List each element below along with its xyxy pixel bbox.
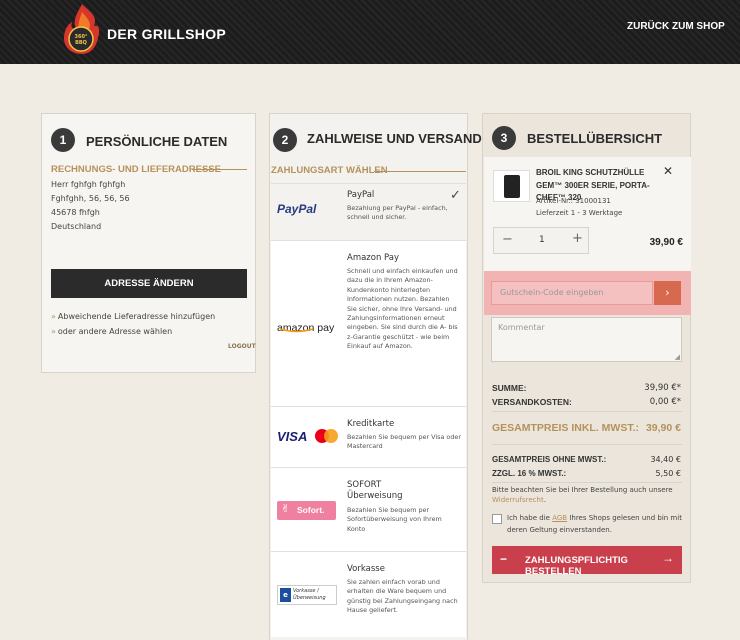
agb-text: Ich habe die AGB Ihres Shops gelesen und… (507, 513, 687, 536)
checkmark-icon: ✓ (450, 188, 461, 203)
payment-option-prepayment[interactable]: e Vorkasse / Überweisung Vorkasse Sie za… (271, 551, 466, 637)
add-delivery-address-label: Abweichende Lieferadresse hinzufügen (57, 312, 216, 321)
mastercard-icon (315, 429, 339, 443)
decrease-quantity-button[interactable]: − (502, 232, 513, 247)
voucher-submit-button[interactable]: › (654, 281, 681, 305)
quantity-stepper[interactable]: − 1 + (493, 227, 589, 254)
ec-icon: e (280, 588, 291, 602)
payment-desc: Bezahlung per PayPal - einfach, schnell … (347, 204, 448, 222)
payment-name: SOFORT Überweisung (347, 480, 403, 501)
amazon-pay-logo: amazon pay (277, 316, 334, 335)
prepayment-logo-text: Vorkasse / Überweisung (293, 588, 326, 601)
grill-cover-image (504, 175, 520, 198)
vat-label: ZZGL. 16 % MWST.: (492, 469, 567, 478)
back-to-shop-link[interactable]: ZURÜCK ZUM SHOP (627, 21, 725, 32)
subtitle-rule (374, 171, 466, 172)
subtitle-rule (192, 169, 247, 170)
visa-logo: VISA (277, 429, 308, 444)
divider (492, 482, 682, 483)
change-address-button[interactable]: ADRESSE ÄNDERN (51, 269, 247, 298)
voucher-highlight: Gutschein-Code eingeben › (484, 271, 691, 315)
withdrawal-note: Bitte beachten Sie bei Ihrer Bestellung … (492, 486, 684, 505)
sofort-logo: ✌ Sofort. (277, 501, 336, 520)
arrow-right-icon: → (662, 551, 674, 565)
resize-handle-icon: ◢ (674, 353, 680, 361)
product-image[interactable] (493, 170, 530, 202)
place-order-label: ZAHLUNGSPFLICHTIG BESTELLEN (525, 555, 628, 577)
comment-placeholder: Kommentar (498, 323, 545, 332)
personal-data-panel: 1 PERSÖNLICHE DATEN RECHNUNGS- UND LIEFE… (41, 113, 256, 373)
subtotal-value: 39,90 €* (644, 383, 681, 393)
payment-panel: 2 ZAHLWEISE UND VERSAND ZAHLUNGSART WÄHL… (269, 113, 482, 640)
brand-name: DER GRILLSHOP (107, 26, 227, 42)
payment-desc: Bezahlen Sie bequem per Sofortüberweisun… (347, 506, 442, 533)
logo-text: 360° BBQ (74, 34, 88, 46)
place-order-button[interactable]: − ZAHLUNGSPFLICHTIG BESTELLEN → (492, 546, 682, 577)
address-line: Fghfghh, 56, 56, 56 (51, 194, 130, 203)
payment-option-amazon-pay[interactable]: amazon pay Amazon Pay Schnell und einfac… (271, 240, 466, 406)
amazon-smile-icon (279, 328, 314, 333)
paypal-logo: PayPal (277, 202, 317, 216)
chevron-right-icon: » (51, 327, 56, 336)
payment-option-sofort[interactable]: ✌ Sofort. SOFORT Überweisung Bezahlen Si… (271, 467, 466, 551)
site-header: 360° BBQ DER GRILLSHOP ZURÜCK ZUM SHOP (0, 0, 740, 64)
delivery-time: Lieferzeit 1 - 3 Werktage (536, 209, 623, 217)
sofort-logo-text: Sofort. (297, 505, 325, 515)
add-delivery-address-link[interactable]: » Abweichende Lieferadresse hinzufügen (51, 312, 215, 321)
order-summary-title: BESTELLÜBERSICHT (527, 131, 663, 146)
net-label: GESAMTPREIS OHNE MWST.: (492, 455, 607, 464)
divider (492, 411, 682, 412)
step-number-2: 2 (273, 128, 297, 152)
shipping-label: VERSANDKOSTEN: (492, 397, 572, 407)
payment-name: Amazon Pay (347, 253, 400, 263)
quantity-value: 1 (539, 235, 545, 245)
withdrawal-note-end: . (543, 495, 546, 504)
withdrawal-note-text: Bitte beachten Sie bei Ihrer Bestellung … (492, 486, 673, 494)
sofort-hand-icon: ✌ (281, 502, 291, 515)
cart-item: BROIL KING SCHUTZHÜLLE GEM™ 300ER SERIE,… (484, 157, 691, 271)
vat-value: 5,50 € (655, 469, 681, 478)
payment-title: ZAHLWEISE UND VERSAND (307, 131, 482, 146)
payment-subtitle: ZAHLUNGSART WÄHLEN (271, 165, 388, 176)
subtotal-label: SUMME: (492, 383, 527, 393)
address-line: Deutschland (51, 222, 102, 231)
prepayment-logo: e Vorkasse / Überweisung (277, 585, 337, 605)
payment-desc: Schnell und einfach einkaufen und dazu d… (347, 267, 458, 351)
payment-option-credit-card[interactable]: VISA Kreditkarte Bezahlen Sie bequem per… (271, 406, 466, 467)
increase-quantity-button[interactable]: + (572, 231, 583, 246)
personal-data-title: PERSÖNLICHE DATEN (86, 134, 228, 149)
agb-checkbox[interactable] (492, 514, 502, 524)
payment-name: PayPal (347, 190, 375, 200)
total-value: 39,90 € (645, 422, 681, 434)
address-line: 45678 fhfgh (51, 208, 100, 217)
choose-other-address-link[interactable]: » oder andere Adresse wählen (51, 327, 172, 336)
grillshop-logo[interactable]: 360° BBQ (60, 2, 104, 58)
address-line: Herr fghfgh fghfgh (51, 180, 126, 189)
step-number-1: 1 (51, 128, 75, 152)
comment-textarea[interactable]: Kommentar ◢ (491, 317, 682, 362)
payment-option-paypal[interactable]: PayPal PayPal Bezahlung per PayPal - ein… (271, 183, 466, 239)
article-number: Artikel-Nr.: 31000131 (536, 197, 611, 205)
voucher-placeholder: Gutschein-Code eingeben (500, 288, 604, 297)
payment-name: Vorkasse (347, 564, 385, 574)
payment-name: Kreditkarte (347, 419, 395, 429)
payment-desc: Bezahlen Sie bequem per Visa oder Master… (347, 433, 461, 451)
order-summary-panel: 3 BESTELLÜBERSICHT BROIL KING SCHUTZHÜLL… (482, 113, 691, 583)
minus-icon: − (500, 552, 508, 566)
divider (492, 444, 682, 445)
agb-text-start: Ich habe die (507, 514, 553, 522)
item-price: 39,90 € (649, 237, 683, 248)
withdrawal-link[interactable]: Widerrufsrecht (492, 496, 544, 504)
payment-desc: Sie zahlen einfach vorab und erhalten di… (347, 578, 458, 615)
remove-item-icon[interactable]: ✕ (663, 164, 673, 178)
net-value: 34,40 € (650, 455, 681, 464)
shipping-value: 0,00 €* (649, 397, 681, 407)
logout-link[interactable]: LOGOUT (228, 343, 256, 350)
total-label: GESAMTPREIS INKL. MWST.: (492, 422, 639, 434)
agb-link[interactable]: AGB (552, 514, 567, 522)
chevron-right-icon: » (51, 312, 56, 321)
choose-other-address-label: oder andere Adresse wählen (57, 327, 173, 336)
step-number-3: 3 (492, 126, 516, 150)
voucher-input[interactable]: Gutschein-Code eingeben (491, 281, 653, 305)
